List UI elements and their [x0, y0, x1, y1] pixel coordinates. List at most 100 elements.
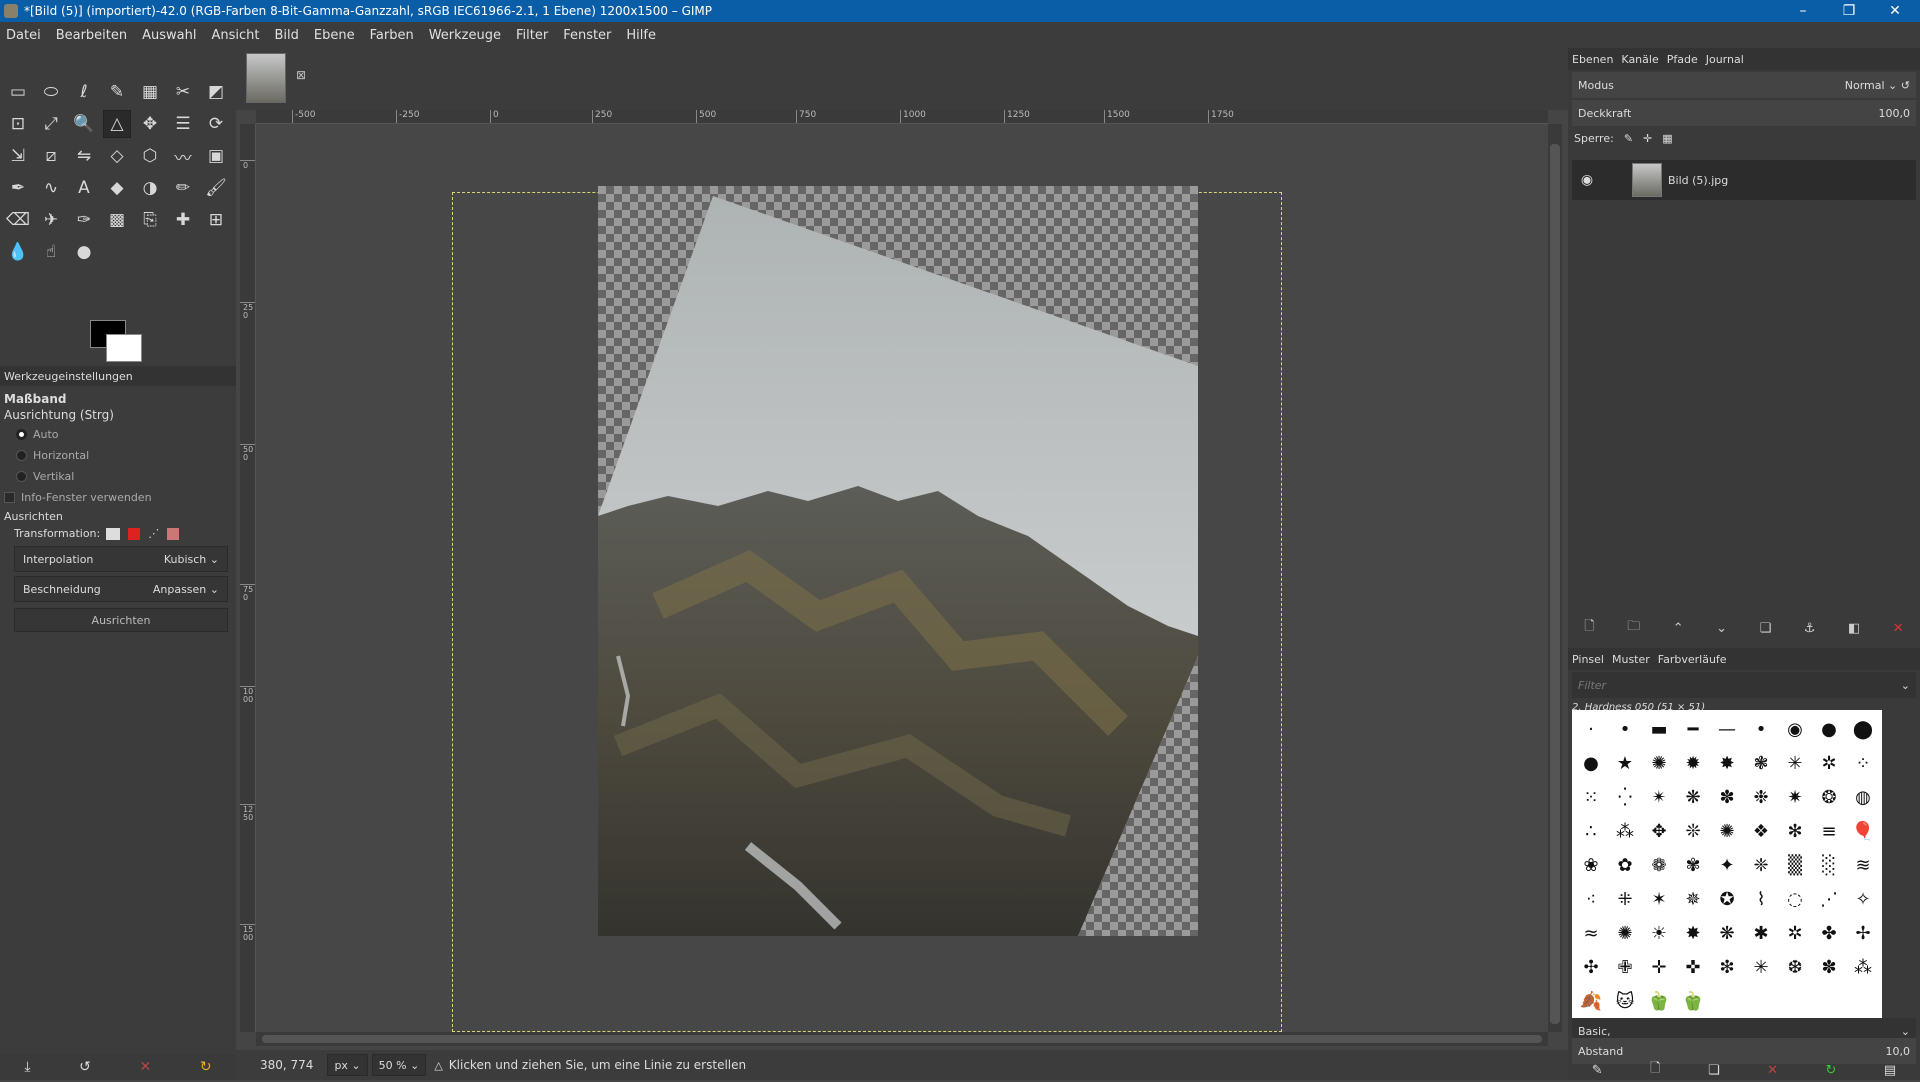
brush-preview[interactable]: ❆ [1778, 950, 1812, 984]
visibility-eye-icon[interactable]: ◉ [1572, 172, 1602, 188]
brush-preview[interactable]: ≡ [1812, 814, 1846, 848]
brush-preview[interactable]: ❈ [1744, 848, 1778, 882]
align-tool-icon[interactable]: ☰ [169, 110, 197, 138]
brush-preview[interactable]: ✶ [1642, 882, 1676, 916]
brush-preview[interactable]: ✷ [1778, 780, 1812, 814]
pencil-tool-icon[interactable]: ✏ [169, 174, 197, 202]
tool-options-tab[interactable]: Werkzeugeinstellungen [0, 366, 236, 386]
ink-tool-icon[interactable]: ✑ [70, 206, 98, 234]
brush-preview[interactable]: ◌ [1778, 882, 1812, 916]
lock-pixels-icon[interactable]: ✎ [1624, 132, 1633, 145]
new-group-icon[interactable]: 🗀 [1627, 617, 1640, 639]
anchor-layer-icon[interactable]: ⚓ [1804, 621, 1816, 636]
duplicate-layer-icon[interactable]: ❏ [1760, 621, 1772, 636]
image-canvas[interactable] [256, 124, 1548, 1032]
brush-preview[interactable]: ✜ [1676, 950, 1710, 984]
interpolation-dropdown[interactable]: Interpolation Kubisch ⌄ [14, 546, 228, 572]
image-area[interactable] [598, 186, 1198, 936]
maximize-button[interactable]: ❐ [1826, 0, 1872, 22]
brush-preview[interactable]: ✲ [1812, 746, 1846, 780]
brush-preview[interactable]: ❂ [1812, 780, 1846, 814]
delete-layer-icon[interactable]: ✕ [1893, 621, 1904, 636]
brush-preview[interactable]: ✴ [1642, 780, 1676, 814]
orientation-horizontal-radio[interactable]: Horizontal [0, 445, 236, 466]
move-tool-icon[interactable]: ✥ [136, 110, 164, 138]
brush-preview[interactable]: ✙ [1608, 950, 1642, 984]
tab-brushes[interactable]: Pinsel [1572, 653, 1604, 666]
save-options-icon[interactable]: ⤓ [24, 1059, 30, 1075]
mode-row[interactable]: Modus Normal ⌄ ↺ [1572, 72, 1916, 98]
close-image-icon[interactable]: ⊠ [296, 68, 306, 82]
brush-preview[interactable]: ⁙ [1574, 780, 1608, 814]
brush-preview[interactable]: ⁖ [1574, 882, 1608, 916]
brush-preview[interactable]: ✸ [1676, 916, 1710, 950]
bucket-fill-tool-icon[interactable]: ◆ [103, 174, 131, 202]
menu-auswahl[interactable]: Auswahl [142, 28, 196, 43]
warp-tool-icon[interactable]: 〰 [169, 142, 197, 170]
rotate-tool-icon[interactable]: ⟳ [202, 110, 230, 138]
brush-preview[interactable]: ✽ [1812, 950, 1846, 984]
brush-preview[interactable]: ★ [1608, 746, 1642, 780]
horizontal-ruler[interactable]: -500 -250 0 250 500 750 1000 1250 1500 1750 [256, 110, 1548, 124]
brush-preview[interactable]: ✳ [1744, 950, 1778, 984]
mask-layer-icon[interactable]: ◧ [1848, 621, 1860, 636]
3d-transform-tool-icon[interactable]: ⬡ [136, 142, 164, 170]
brush-preview[interactable]: ✺ [1608, 916, 1642, 950]
perspective-tool-icon[interactable]: ◇ [103, 142, 131, 170]
zoom-selector[interactable]: 50 % ⌄ [371, 1054, 427, 1076]
brush-preview[interactable]: ✸ [1710, 746, 1744, 780]
rect-select-tool-icon[interactable]: ▭ [4, 78, 32, 106]
menu-filter[interactable]: Filter [516, 28, 548, 43]
image-tab-thumbnail[interactable] [246, 53, 286, 103]
cage-tool-icon[interactable]: ▣ [202, 142, 230, 170]
brush-preview[interactable]: ✿ [1608, 848, 1642, 882]
restore-options-icon[interactable]: ↺ [79, 1059, 91, 1075]
brush-preview[interactable]: 🫑 [1676, 984, 1710, 1018]
unit-selector[interactable]: px ⌄ [327, 1054, 368, 1076]
brush-preview[interactable]: 🍂 [1574, 984, 1608, 1018]
tab-gradients[interactable]: Farbverläufe [1658, 653, 1727, 666]
brush-preview[interactable]: ✥ [1642, 814, 1676, 848]
menu-werkzeuge[interactable]: Werkzeuge [429, 28, 501, 43]
refresh-brushes-icon[interactable]: ↻ [1826, 1063, 1837, 1078]
mypaint-brush-tool-icon[interactable]: ▩ [103, 206, 131, 234]
align-button[interactable]: Ausrichten [14, 608, 228, 632]
airbrush-tool-icon[interactable]: ✈ [37, 206, 65, 234]
gradient-tool-icon[interactable]: ◑ [136, 174, 164, 202]
brush-preview[interactable]: ☀ [1642, 916, 1676, 950]
color-select-tool-icon[interactable]: ▦ [136, 78, 164, 106]
brush-preview[interactable]: ▬ [1642, 712, 1676, 746]
perspective-clone-tool-icon[interactable]: ⊞ [202, 206, 230, 234]
clone-tool-icon[interactable]: ⎘ [136, 206, 164, 234]
open-brush-icon[interactable]: ▤ [1884, 1063, 1896, 1078]
brush-preview[interactable]: ✱ [1744, 916, 1778, 950]
tab-patterns[interactable]: Muster [1612, 653, 1650, 666]
menu-farben[interactable]: Farben [370, 28, 414, 43]
brush-preview[interactable]: ✳ [1778, 746, 1812, 780]
brush-preview[interactable]: ❁ [1642, 848, 1676, 882]
brush-preview[interactable]: ≈ [1574, 916, 1608, 950]
lock-position-icon[interactable]: ✛ [1643, 132, 1652, 145]
duplicate-brush-icon[interactable]: ❏ [1708, 1063, 1720, 1078]
paintbrush-tool-icon[interactable]: 🖌 [202, 174, 230, 202]
transform-selection-icon[interactable] [128, 527, 141, 540]
tab-paths[interactable]: Pfade [1667, 53, 1698, 66]
fuzzy-select-tool-icon[interactable]: ✎ [103, 78, 131, 106]
scissors-tool-icon[interactable]: ✂ [169, 78, 197, 106]
horizontal-scroll-thumb[interactable] [262, 1035, 1542, 1043]
brush-preview[interactable]: ∴ [1574, 814, 1608, 848]
crop-tool-icon[interactable]: ⊡ [4, 110, 32, 138]
brush-preview[interactable]: ≋ [1846, 848, 1880, 882]
tab-layers[interactable]: Ebenen [1572, 53, 1613, 66]
foreground-select-tool-icon[interactable]: ◩ [202, 78, 230, 106]
ellipse-select-tool-icon[interactable]: ⬭ [37, 78, 65, 106]
measure-tool-icon[interactable]: △ [103, 110, 131, 138]
horizontal-scrollbar[interactable] [256, 1032, 1548, 1046]
close-window-button[interactable]: ✕ [1872, 0, 1918, 22]
brush-preview[interactable]: ✽ [1710, 780, 1744, 814]
brush-preview[interactable]: ⁂ [1846, 950, 1880, 984]
brush-preview[interactable]: ✲ [1778, 916, 1812, 950]
brush-preview[interactable]: ❉ [1744, 780, 1778, 814]
heal-tool-icon[interactable]: ✚ [169, 206, 197, 234]
brush-preview[interactable]: • [1744, 712, 1778, 746]
